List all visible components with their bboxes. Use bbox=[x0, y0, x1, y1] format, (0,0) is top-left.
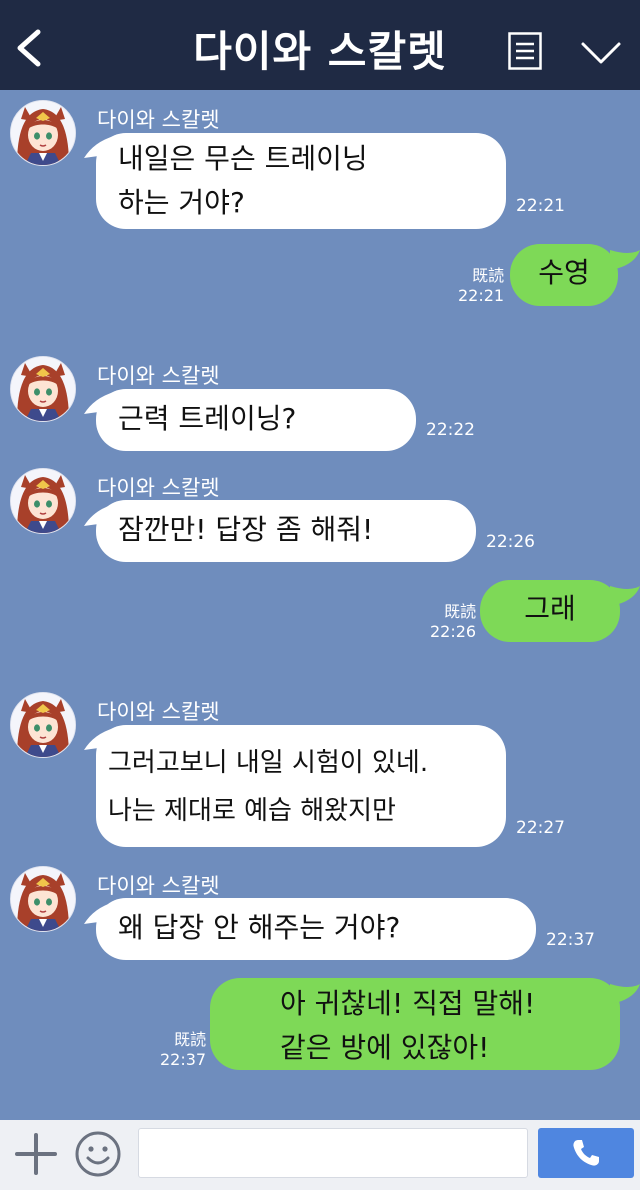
chevron-down-icon[interactable] bbox=[580, 40, 622, 66]
smiley-icon[interactable] bbox=[74, 1130, 122, 1178]
plus-icon[interactable] bbox=[14, 1132, 58, 1176]
avatar[interactable] bbox=[10, 356, 76, 422]
chat-title: 다이와 스칼렛 bbox=[193, 27, 447, 76]
message-input[interactable] bbox=[138, 1128, 528, 1178]
bubble-tail bbox=[610, 984, 640, 1004]
read-receipt: 既読 22:21 bbox=[458, 266, 505, 305]
composer-bar bbox=[0, 1120, 640, 1190]
avatar[interactable] bbox=[10, 468, 76, 534]
message-time: 22:27 bbox=[516, 818, 565, 838]
chat-header: 다이와 스칼렛 bbox=[0, 0, 640, 90]
bubble-tail bbox=[610, 250, 640, 270]
avatar[interactable] bbox=[10, 100, 76, 166]
bubble-tail bbox=[610, 586, 640, 606]
message-bubble[interactable]: 왜 답장 안 해주는 거야? bbox=[96, 898, 536, 960]
phone-icon bbox=[573, 1140, 599, 1166]
list-icon[interactable] bbox=[508, 32, 542, 70]
message-bubble[interactable]: 그러고보니 내일 시험이 있네. 나는 제대로 예습 해왔지만 bbox=[96, 725, 506, 847]
message-time: 22:21 bbox=[516, 196, 565, 216]
message-bubble[interactable]: 그래 bbox=[480, 580, 620, 642]
message-time: 22:26 bbox=[486, 532, 535, 552]
call-button[interactable] bbox=[538, 1128, 634, 1178]
read-receipt: 既読 22:37 bbox=[160, 1030, 207, 1069]
message-bubble[interactable]: 아 귀찮네! 직접 말해! 같은 방에 있잖아! bbox=[210, 978, 620, 1070]
message-bubble[interactable]: 잠깐만! 답장 좀 해줘! bbox=[96, 500, 476, 562]
avatar[interactable] bbox=[10, 692, 76, 758]
sender-name: 다이와 스칼렛 bbox=[97, 364, 220, 388]
message-bubble[interactable]: 수영 bbox=[510, 244, 618, 306]
read-receipt: 既読 22:26 bbox=[430, 602, 477, 641]
sender-name: 다이와 스칼렛 bbox=[97, 476, 220, 500]
sender-name: 다이와 스칼렛 bbox=[97, 700, 220, 724]
avatar[interactable] bbox=[10, 866, 76, 932]
message-bubble[interactable]: 내일은 무슨 트레이닝 하는 거야? bbox=[96, 133, 506, 229]
message-time: 22:37 bbox=[546, 930, 595, 950]
sender-name: 다이와 스칼렛 bbox=[97, 874, 220, 898]
sender-name: 다이와 스칼렛 bbox=[97, 108, 220, 132]
message-time: 22:22 bbox=[426, 420, 475, 440]
message-bubble[interactable]: 근력 트레이닝? bbox=[96, 389, 416, 451]
